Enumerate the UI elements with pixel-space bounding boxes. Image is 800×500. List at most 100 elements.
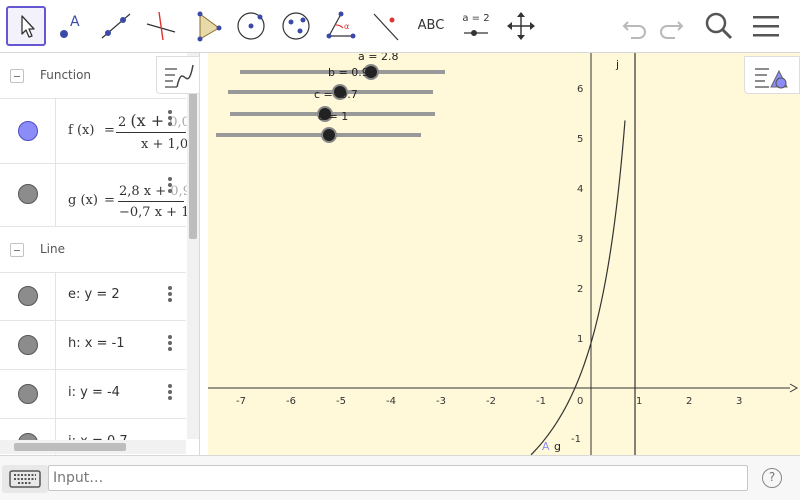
y-tick-label: 3	[577, 234, 583, 245]
x-tick-label: 3	[736, 396, 742, 407]
algebra-stylebar-button[interactable]	[156, 56, 200, 94]
algebra-row-g[interactable]: g (x) = 2,8 x + 0,9 −0,7 x + 1	[0, 164, 191, 227]
visibility-toggle-icon[interactable]	[18, 384, 38, 404]
line-expression: i: y = -4	[68, 385, 120, 400]
f-more-icon[interactable]	[168, 109, 174, 127]
graph-style-icon	[165, 64, 194, 88]
g-denominator: −0,7 x + 1	[119, 205, 190, 220]
search-button[interactable]	[701, 8, 737, 44]
keyboard-button[interactable]	[2, 465, 48, 493]
x-tick-label: -3	[436, 396, 446, 407]
help-icon[interactable]: ?	[762, 468, 782, 488]
reflect-tool-icon	[373, 13, 399, 41]
line-j-label: j	[615, 58, 619, 71]
x-tick-label: -7	[236, 396, 246, 407]
undo-icon	[622, 21, 646, 39]
point-tool[interactable]: A	[50, 6, 90, 46]
f-num-paren: (x +	[130, 111, 170, 130]
move-graphics-view-tool[interactable]	[501, 6, 541, 46]
y-tick-label: -1	[571, 434, 581, 445]
y-tick-label: 4	[577, 184, 583, 195]
y-tick-label: 5	[577, 134, 583, 145]
visibility-cell	[0, 99, 56, 163]
algebra-row-f[interactable]: f (x) = 2 (x + 0,02 x + 1,02	[0, 99, 198, 164]
main-menu-button[interactable]	[748, 8, 784, 44]
group-label: Function	[40, 68, 92, 82]
svg-text:α: α	[344, 22, 349, 31]
algebra-row-e[interactable]: e: y = 2	[0, 272, 186, 321]
algebra-row-i[interactable]: i: y = -4	[0, 370, 186, 419]
x-tick-label: -5	[336, 396, 346, 407]
group-header-line[interactable]: Line	[0, 227, 186, 273]
visibility-toggle-icon[interactable]	[18, 286, 38, 306]
ellipse-tool-icon	[282, 12, 310, 40]
geogebra-app: A α ABC a = 2 Function f (x) = 2 (x + 0,…	[0, 0, 800, 500]
toolbar: A α ABC a = 2	[0, 0, 800, 53]
slider-tool-icon	[464, 30, 488, 36]
graphics-view[interactable]: -7 -6 -5 -4 -3 -2 -1 0 1 2 3 -1 1 2 3 4 5 6 j g A a = 2.…	[200, 53, 800, 455]
slider-b-label: b = 0.9	[328, 66, 369, 79]
slider-d-label: d = 1	[318, 110, 348, 123]
circle-tool-icon	[237, 12, 265, 40]
line-tool-icon	[101, 13, 131, 39]
g-name: g (x)	[68, 193, 98, 208]
horizontal-scroll-thumb[interactable]	[14, 443, 126, 451]
algebra-vertical-scrollbar[interactable]	[187, 53, 199, 439]
slider-tool[interactable]: a = 2	[456, 6, 496, 46]
text-tool-icon: ABC	[417, 18, 445, 33]
move-graphics-view-icon	[507, 12, 535, 40]
move-tool-icon	[21, 15, 35, 38]
x-tick-label: 0	[577, 396, 583, 407]
visibility-cell	[0, 370, 56, 418]
visibility-cell	[0, 272, 56, 320]
line-more-icon[interactable]	[168, 383, 174, 401]
f-name: f (x)	[68, 123, 95, 138]
x-tick-label: -4	[386, 396, 396, 407]
line-more-icon[interactable]	[168, 334, 174, 352]
g-more-icon[interactable]	[168, 176, 174, 194]
text-tool[interactable]: ABC	[411, 6, 451, 46]
slider-a-label: a = 2.8	[358, 53, 398, 63]
collapse-icon[interactable]	[10, 243, 24, 257]
slider-d-handle[interactable]	[321, 127, 337, 143]
f-num-coefficient: 2	[118, 115, 127, 130]
angle-tool-icon: α	[326, 11, 356, 39]
undo-button[interactable]	[617, 8, 653, 44]
algebra-row-h[interactable]: h: x = -1	[0, 321, 186, 370]
reflect-tool[interactable]	[366, 6, 406, 46]
line-more-icon[interactable]	[168, 285, 174, 303]
visibility-toggle-icon[interactable]	[18, 184, 38, 204]
input-bar: ?	[0, 455, 800, 500]
slider-tool-label: a = 2	[462, 13, 490, 24]
y-tick-label: 2	[577, 284, 583, 295]
point-tool-letter: A	[70, 14, 80, 30]
perpendicular-line-tool[interactable]	[141, 6, 181, 46]
visibility-toggle-icon[interactable]	[18, 335, 38, 355]
algebra-view: Function f (x) = 2 (x + 0,02 x + 1,02 g …	[0, 53, 200, 455]
graphics-stylebar-button[interactable]	[744, 56, 800, 94]
graphics-canvas[interactable]: -7 -6 -5 -4 -3 -2 -1 0 1 2 3 -1 1 2 3 4 5 6 j g A a = 2.…	[200, 53, 800, 455]
line-expression: e: y = 2	[68, 287, 120, 302]
g-numerator: 2,8 x + 0,9	[119, 184, 191, 199]
polygon-tool[interactable]	[186, 6, 226, 46]
point-tool-icon: A	[60, 14, 80, 38]
point-a-label: A	[542, 440, 550, 453]
redo-button[interactable]	[653, 8, 689, 44]
g-equals: =	[104, 193, 115, 208]
algebra-horizontal-scrollbar[interactable]	[0, 440, 186, 454]
visibility-toggle-icon[interactable]	[18, 121, 38, 141]
circle-tool[interactable]	[231, 6, 271, 46]
line-tool[interactable]	[96, 6, 136, 46]
x-tick-label: -6	[286, 396, 296, 407]
ellipse-tool[interactable]	[276, 6, 316, 46]
curve-g-label: g	[554, 440, 561, 453]
search-icon	[705, 12, 733, 40]
move-tool[interactable]	[6, 6, 46, 46]
collapse-icon[interactable]	[10, 69, 24, 83]
angle-tool[interactable]: α	[321, 6, 361, 46]
input-field[interactable]	[48, 465, 748, 491]
keyboard-icon	[9, 470, 41, 488]
f-equals: =	[104, 123, 115, 138]
group-label: Line	[40, 242, 66, 256]
perpendicular-line-tool-icon	[146, 11, 176, 41]
